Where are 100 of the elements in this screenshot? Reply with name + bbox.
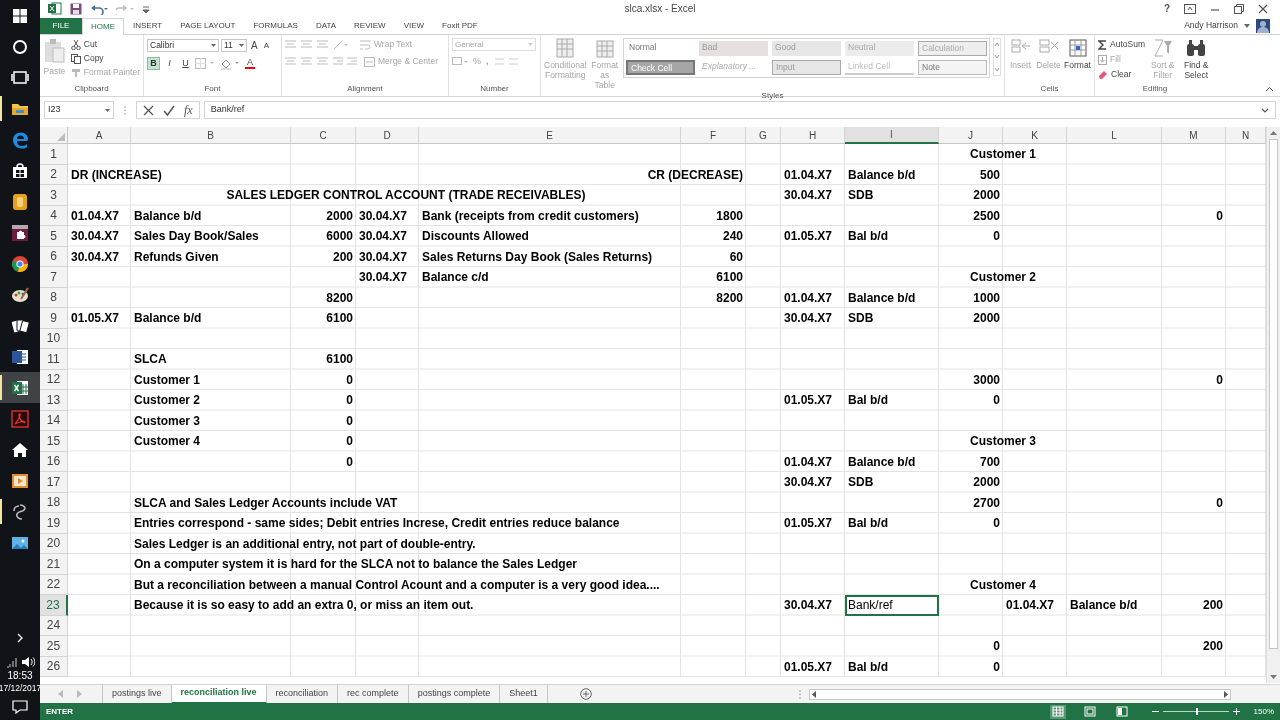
column-header[interactable]: C [291,127,356,144]
ribbon-tab[interactable]: FORMULAS [244,18,307,34]
ribbon-tab[interactable]: DATA [306,18,346,34]
row-header[interactable]: 14 [40,410,68,431]
scroll-left-icon[interactable] [809,689,818,699]
formula-input[interactable]: Bank/ref [203,101,1276,119]
collapse-ribbon-icon[interactable] [1265,86,1274,92]
customize-icon[interactable] [142,3,150,14]
column-header[interactable]: F [681,127,746,144]
zoom-out-icon[interactable] [1151,708,1159,715]
column-header[interactable]: D [356,127,419,144]
vertical-scrollbar[interactable] [1266,127,1280,683]
caret-icon[interactable] [1244,23,1250,28]
font-size-dropdown[interactable]: 11 [221,39,247,52]
ribbon-tab[interactable]: HOME [82,18,124,35]
row-header[interactable]: 8 [40,287,68,308]
row-header[interactable]: 5 [40,226,68,247]
enter-icon[interactable] [163,104,175,116]
view-button[interactable] [1049,704,1066,719]
row-header[interactable]: 9 [40,308,68,329]
help-button[interactable]: ? [1163,1,1170,16]
taskbar-button[interactable] [0,372,40,403]
speaker-icon[interactable] [20,656,35,668]
ribbon-button[interactable]: Copy [70,52,140,65]
column-header[interactable]: G [746,127,781,144]
row-header[interactable]: 23 [40,595,68,616]
row-header[interactable]: 10 [40,328,68,349]
row-header[interactable]: 11 [40,349,68,370]
insert-function-button[interactable]: fx [184,101,193,119]
ribbon-tab[interactable]: INSERT [124,18,172,34]
close-icon[interactable] [1258,3,1268,14]
scroll-thumb[interactable] [1269,139,1278,649]
ribbon-button[interactable]: Clear [1098,68,1145,81]
row-header[interactable]: 25 [40,636,68,657]
column-header[interactable]: H [781,127,845,144]
fill-color-icon[interactable] [220,57,242,70]
scroll-right-icon[interactable] [1221,689,1230,699]
cancel-icon[interactable] [143,104,154,116]
row-header[interactable]: 7 [40,267,68,288]
row-header[interactable]: 13 [40,390,68,411]
zoom-in-icon[interactable] [1232,708,1240,715]
underline-button[interactable]: U [179,57,192,70]
row-header[interactable]: 22 [40,574,68,595]
row-header[interactable]: 18 [40,492,68,513]
horizontal-scrollbar[interactable] [808,688,1231,700]
column-header[interactable]: K [1003,127,1067,144]
column-header[interactable]: B [131,127,291,144]
cell-input[interactable]: Bank/ref [845,595,939,616]
avatar[interactable] [1256,18,1270,33]
row-header[interactable]: 3 [40,185,68,206]
column-header[interactable]: E [419,127,681,144]
chevron-icon[interactable] [15,632,25,644]
row-header[interactable]: 19 [40,513,68,534]
ribbon-tab[interactable]: PAGE LAYOUT [171,18,245,34]
font-color-button[interactable]: A [245,58,255,69]
row-header[interactable]: 12 [40,369,68,390]
column-header[interactable]: L [1067,127,1162,144]
add-sheet-icon[interactable] [579,688,592,700]
view-button[interactable] [1081,704,1098,719]
save-icon[interactable] [70,2,82,15]
ribbon-button[interactable]: Cut [70,38,140,51]
ribbon-display-icon[interactable] [1184,3,1196,14]
column-header[interactable]: M [1162,127,1226,144]
row-header[interactable]: 26 [40,656,68,677]
cell-style-option[interactable]: Note [918,60,987,75]
notification-icon[interactable] [12,700,28,714]
column-header[interactable]: A [68,127,131,144]
column-header[interactable]: J [939,127,1003,144]
row-header[interactable]: 17 [40,472,68,493]
row-header[interactable]: 20 [40,533,68,554]
slider-thumb[interactable] [1195,708,1198,715]
shrink-font-button[interactable]: A [261,39,271,52]
ribbon-tab[interactable]: VIEW [394,18,434,34]
row-header[interactable]: 4 [40,205,68,226]
ribbon-button[interactable]: AutoSum [1098,38,1145,51]
row-header[interactable]: 1 [40,144,68,165]
maximize-icon[interactable] [1234,3,1244,14]
clock-time[interactable]: 18:53 [7,670,33,682]
italic-button[interactable]: I [163,57,176,70]
grow-font-button[interactable]: A [249,38,260,53]
column-header[interactable]: N [1226,127,1266,144]
clock-date[interactable]: 17/12/2017 [0,682,42,694]
ribbon-button[interactable]: Format [1064,38,1091,70]
column-header[interactable]: I [845,127,939,144]
font-name-dropdown[interactable]: Calibri [147,39,219,52]
row-header[interactable]: 24 [40,615,68,636]
row-header[interactable]: 16 [40,451,68,472]
view-button[interactable] [1113,704,1130,719]
name-box[interactable]: I23 [44,101,114,119]
sheet-tab[interactable]: reconciliation live [171,684,267,704]
row-header[interactable]: 6 [40,246,68,267]
file-tab[interactable]: FILE [40,18,82,34]
row-header[interactable]: 15 [40,431,68,452]
ribbon-button[interactable]: Find & Select [1180,38,1212,80]
row-header[interactable]: 2 [40,164,68,185]
bold-button[interactable]: B [147,57,160,70]
user-name[interactable]: Andy Harrison [1184,19,1238,32]
network-icon[interactable] [5,656,18,668]
row-header[interactable]: 21 [40,554,68,575]
ribbon-tab[interactable]: Foxit PDF [433,18,487,34]
